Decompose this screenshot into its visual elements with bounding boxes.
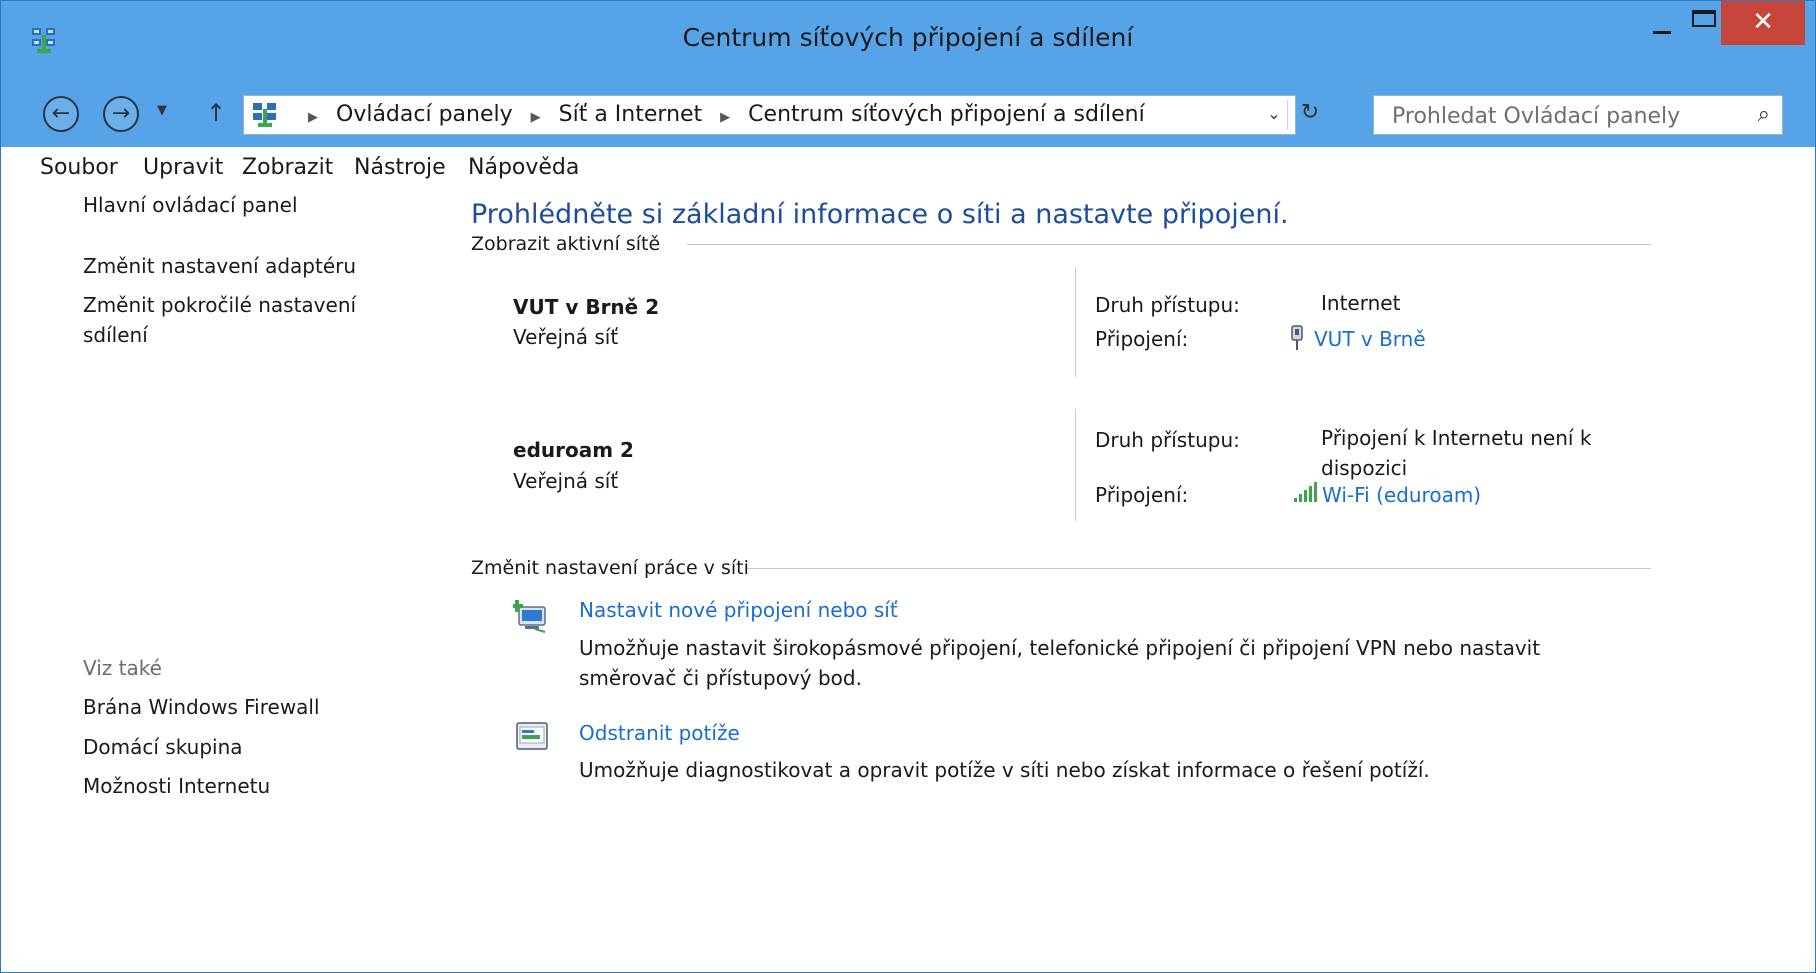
menu-help[interactable]: Nápověda <box>468 155 579 180</box>
divider <box>687 244 1651 245</box>
chevron-down-icon: ▼ <box>157 103 167 118</box>
breadcrumb-separator-icon[interactable]: ▶ <box>720 110 730 125</box>
access-type-label: Druh přístupu: <box>1095 293 1240 317</box>
access-type-value: Připojení k Internetu není k dispozici <box>1321 426 1592 480</box>
address-field[interactable]: ▶ Ovládací panely ▶ Síť a Internet ▶ Centrum … <box>243 95 1319 135</box>
connection-link-vut[interactable]: VUT v Brně <box>1314 327 1426 351</box>
breadcrumb: ▶ Ovládací panely ▶ Síť a Internet ▶ Centrum … <box>290 96 1145 134</box>
address-history-button[interactable]: ⌄ <box>1263 104 1285 123</box>
see-also-homegroup[interactable]: Domácí skupina <box>83 732 403 762</box>
network-type-link[interactable]: Veřejná síť <box>513 325 618 349</box>
menu-file[interactable]: Soubor <box>40 155 118 180</box>
see-also-header: Viz také <box>83 656 162 680</box>
breadcrumb-separator-icon[interactable]: ▶ <box>531 110 541 125</box>
maximize-icon <box>1692 10 1716 27</box>
title-bar: Centrum síťových připojení a sdílení ✕ <box>1 1 1815 81</box>
divider <box>1287 100 1288 130</box>
troubleshoot-link[interactable]: Odstranit potíže <box>579 721 740 745</box>
back-button[interactable]: ← <box>43 96 79 132</box>
wifi-signal-icon <box>1294 482 1317 502</box>
access-type-value: Internet <box>1321 291 1401 315</box>
setup-connection-link[interactable]: Nastavit nové připojení nebo síť <box>579 598 898 622</box>
search-icon[interactable]: ⌕ <box>1758 102 1770 127</box>
search-input[interactable] <box>1374 96 1754 136</box>
sidebar-item-advanced-sharing[interactable]: Změnit pokročilé nastavení sdílení <box>83 290 383 350</box>
menu-tools[interactable]: Nástroje <box>354 155 446 180</box>
breadcrumb-control-panel[interactable]: Ovládací panely <box>336 96 513 134</box>
page-title: Prohlédněte si základní informace o síti… <box>471 199 1289 230</box>
minimize-icon <box>1653 31 1671 34</box>
see-also-firewall[interactable]: Brána Windows Firewall <box>83 692 403 722</box>
breadcrumb-separator-icon[interactable]: ▶ <box>308 110 318 125</box>
close-icon: ✕ <box>1752 7 1774 37</box>
troubleshoot-icon[interactable] <box>513 719 553 757</box>
active-networks-header: Zobrazit aktivní sítě <box>471 233 661 255</box>
control-panel-icon <box>253 103 276 127</box>
menu-edit[interactable]: Upravit <box>143 155 223 180</box>
breadcrumb-network-internet[interactable]: Síť a Internet <box>559 96 703 134</box>
ethernet-icon <box>1291 325 1303 350</box>
divider <box>747 568 1651 569</box>
network-name: VUT v Brně 2 <box>513 295 660 319</box>
menu-bar: Soubor Upravit Zobrazit Nástroje Nápověd… <box>1 147 1815 187</box>
main-content: Prohlédněte si základní informace o síti… <box>441 187 1815 972</box>
recent-locations-button[interactable]: ▼ <box>157 103 167 118</box>
connection-link-wifi[interactable]: Wi-Fi (eduroam) <box>1322 483 1481 507</box>
setup-connection-description: Umožňuje nastavit širokopásmové připojen… <box>579 636 1541 690</box>
sidebar-home-link[interactable]: Hlavní ovládací panel <box>83 190 403 220</box>
breadcrumb-network-center[interactable]: Centrum síťových připojení a sdílení <box>748 96 1145 134</box>
menu-view[interactable]: Zobrazit <box>242 155 333 180</box>
window: Centrum síťových připojení a sdílení ✕ ←… <box>0 0 1816 973</box>
arrow-right-icon: → <box>111 101 131 126</box>
divider <box>1075 267 1076 377</box>
close-button[interactable]: ✕ <box>1721 1 1805 45</box>
address-bar-row: ← → ▼ ↑ ▶ Ovládací panely ▶ Síť a Internet ▶… <box>1 81 1815 147</box>
chevron-down-icon: ⌄ <box>1267 104 1281 123</box>
change-settings-header: Změnit nastavení práce v síti <box>471 557 749 579</box>
access-type-label: Druh přístupu: <box>1095 428 1240 452</box>
sidebar-item-adapter-settings[interactable]: Změnit nastavení adaptéru <box>83 251 403 281</box>
window-title: Centrum síťových připojení a sdílení <box>682 23 1134 52</box>
connection-label: Připojení: <box>1095 483 1189 507</box>
refresh-button[interactable]: ↻ <box>1295 100 1325 125</box>
divider <box>1075 409 1076 521</box>
troubleshoot-description: Umožňuje diagnostikovat a opravit potíže… <box>579 758 1430 782</box>
refresh-icon: ↻ <box>1300 100 1320 125</box>
arrow-left-icon: ← <box>51 101 71 126</box>
see-also-internet-options[interactable]: Možnosti Internetu <box>83 771 403 801</box>
connection-label: Připojení: <box>1095 327 1189 351</box>
up-button[interactable]: ↑ <box>206 99 226 127</box>
search-box: ⌕ <box>1373 95 1783 136</box>
new-connection-icon[interactable] <box>513 595 553 633</box>
network-type-link[interactable]: Veřejná síť <box>513 469 618 493</box>
sidebar: Hlavní ovládací panel Změnit nastavení a… <box>1 187 431 972</box>
forward-button[interactable]: → <box>103 96 139 132</box>
arrow-up-icon: ↑ <box>206 99 227 127</box>
network-name: eduroam 2 <box>513 438 634 462</box>
